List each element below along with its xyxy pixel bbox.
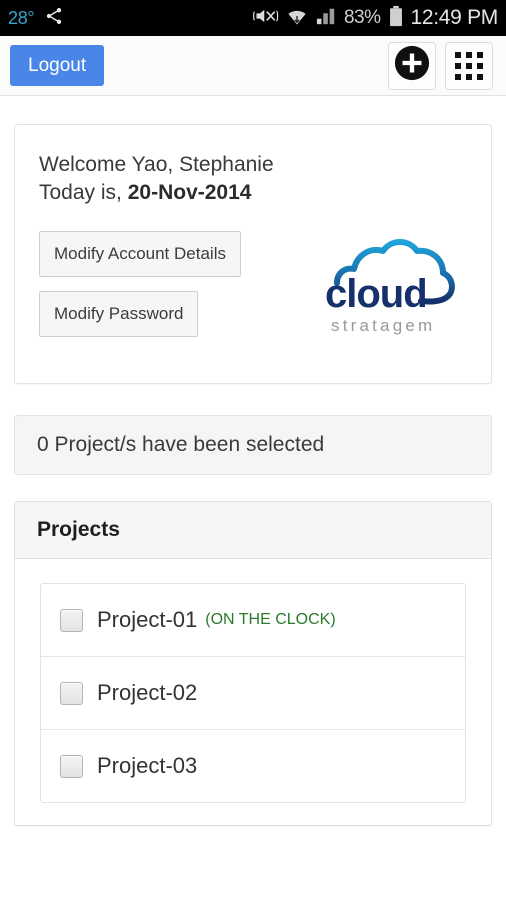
logout-button[interactable]: Logout <box>10 45 105 86</box>
project-name: Project-01 <box>97 607 198 632</box>
welcome-card: Welcome Yao, Stephanie Today is, 20-Nov-… <box>14 124 492 384</box>
project-name: Project-02 <box>97 680 198 705</box>
battery-icon <box>388 5 404 32</box>
status-bar: 28° 83% 12:49 PM <box>0 0 506 36</box>
clock-label: 12:49 PM <box>410 6 499 29</box>
status-bar-left: 28° <box>8 6 64 31</box>
list-item[interactable]: Project-02 <box>41 656 465 729</box>
share-icon <box>44 6 64 31</box>
action-bar: Logout <box>0 36 506 96</box>
status-bar-right: 83% 12:49 PM <box>253 5 498 32</box>
battery-percent-label: 83% <box>343 7 381 28</box>
volume-mute-vibrate-icon <box>253 6 279 31</box>
modify-password-button[interactable]: Modify Password <box>39 290 199 337</box>
cellular-signal-icon <box>315 6 337 31</box>
projects-panel-title: Projects <box>15 502 491 559</box>
projects-list: Project-01 (ON THE CLOCK) Project-02 Pro… <box>40 583 466 803</box>
project-name: Project-03 <box>97 753 198 778</box>
action-bar-buttons <box>388 41 493 90</box>
projects-panel: Projects Project-01 (ON THE CLOCK) Proje… <box>14 501 492 826</box>
account-actions: Modify Account Details Modify Password <box>39 230 241 351</box>
list-item[interactable]: Project-01 (ON THE CLOCK) <box>41 584 465 656</box>
page-content: Welcome Yao, Stephanie Today is, 20-Nov-… <box>0 124 506 826</box>
temperature-indicator: 28° <box>8 7 35 28</box>
today-date: 20-Nov-2014 <box>127 180 252 204</box>
today-prefix: Today is, <box>39 180 128 204</box>
grid-apps-icon <box>455 51 483 80</box>
svg-text:stratagem: stratagem <box>331 316 435 335</box>
cloud-stratagem-logo: cloud stratagem <box>317 221 467 341</box>
modify-account-details-button[interactable]: Modify Account Details <box>39 230 241 277</box>
apps-grid-button[interactable] <box>445 41 493 90</box>
welcome-greeting: Welcome Yao, Stephanie <box>39 153 274 176</box>
wifi-icon <box>286 6 308 31</box>
selection-count-bar: 0 Project/s have been selected <box>14 415 492 475</box>
list-item[interactable]: Project-03 <box>41 729 465 802</box>
project-checkbox[interactable] <box>60 754 83 778</box>
project-checkbox[interactable] <box>60 608 83 632</box>
plus-circle-icon <box>393 44 431 87</box>
project-checkbox[interactable] <box>60 681 83 705</box>
svg-text:cloud: cloud <box>325 272 427 316</box>
add-button[interactable] <box>388 41 436 90</box>
today-line: Today is, 20-Nov-2014 <box>39 179 467 207</box>
project-status-badge: (ON THE CLOCK) <box>205 611 336 628</box>
